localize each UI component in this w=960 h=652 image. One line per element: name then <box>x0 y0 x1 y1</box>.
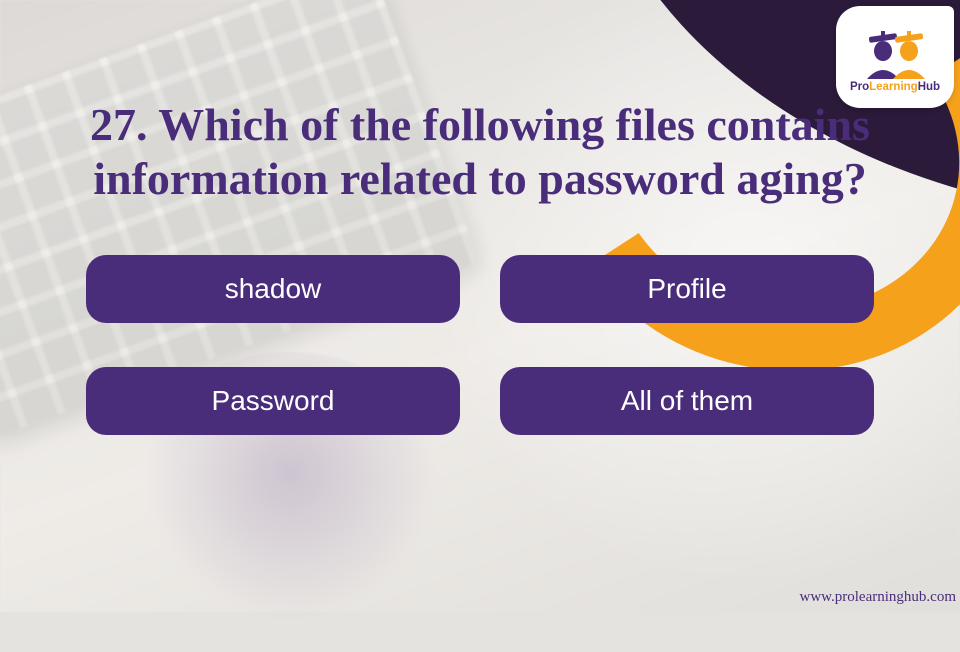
option-c[interactable]: Password <box>86 367 460 435</box>
option-d-label: All of them <box>621 385 753 417</box>
options-grid: shadow Profile Password All of them <box>86 255 874 435</box>
brand-suffix: Hub <box>918 81 940 93</box>
option-b-label: Profile <box>647 273 726 305</box>
brand-mid: Learning <box>869 81 918 93</box>
question-text: 27. Which of the following files contain… <box>0 98 960 217</box>
option-b[interactable]: Profile <box>500 255 874 323</box>
footer-url: www.prolearninghub.com <box>800 589 957 606</box>
graduates-icon <box>859 21 931 79</box>
option-a[interactable]: shadow <box>86 255 460 323</box>
brand-logo: ProLearningHub <box>836 6 954 108</box>
option-a-label: shadow <box>225 273 322 305</box>
option-d[interactable]: All of them <box>500 367 874 435</box>
brand-prefix: Pro <box>850 81 869 93</box>
option-c-label: Password <box>212 385 335 417</box>
slide-content: 27. Which of the following files contain… <box>0 98 960 435</box>
brand-name: ProLearningHub <box>850 81 940 93</box>
